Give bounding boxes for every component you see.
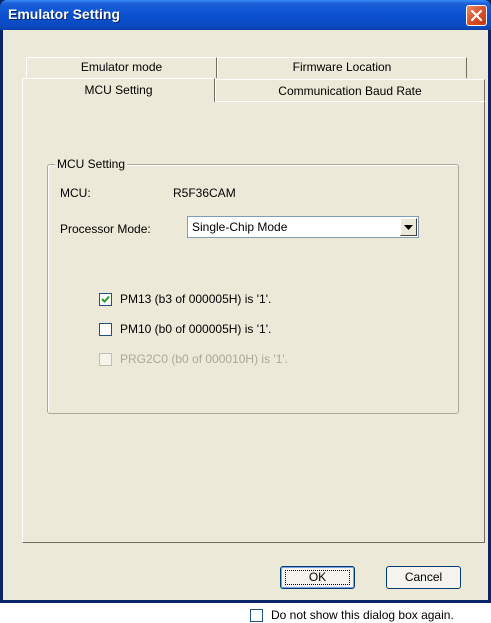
processor-mode-label: Processor Mode: xyxy=(60,222,151,236)
option-prg2c0: PRG2C0 (b0 of 000010H) is '1'. xyxy=(99,351,288,367)
title-bar[interactable]: Emulator Setting xyxy=(0,0,491,30)
dont-show-again-checkbox[interactable] xyxy=(250,608,263,622)
active-tab-join xyxy=(23,100,214,103)
close-button[interactable] xyxy=(466,5,487,26)
tab-mcu-setting[interactable]: MCU Setting xyxy=(22,78,215,102)
group-title: MCU Setting xyxy=(55,157,128,171)
tab-firmware-location[interactable]: Firmware Location xyxy=(217,57,467,78)
tab-panel: MCU Setting MCU: R5F36CAM Processor Mode… xyxy=(22,101,485,543)
pm10-label: PM10 (b0 of 000005H) is '1'. xyxy=(120,322,272,336)
prg2c0-checkbox xyxy=(99,352,112,366)
ok-button[interactable]: OK xyxy=(280,566,355,589)
cancel-button[interactable]: Cancel xyxy=(386,566,461,589)
dont-show-again-option[interactable]: Do not show this dialog box again. xyxy=(250,607,454,623)
dont-show-again-label: Do not show this dialog box again. xyxy=(271,608,454,622)
tab-communication-baud-rate[interactable]: Communication Baud Rate xyxy=(215,79,485,102)
dialog-window: Emulator Setting Emulator mode Firmware … xyxy=(0,0,491,622)
focus-rectangle xyxy=(285,570,350,585)
dropdown-button[interactable] xyxy=(400,218,417,236)
processor-mode-select[interactable]: Single-Chip Mode xyxy=(187,216,419,238)
prg2c0-label: PRG2C0 (b0 of 000010H) is '1'. xyxy=(120,352,288,366)
mcu-value: R5F36CAM xyxy=(173,186,236,200)
dialog-client: Emulator mode Firmware Location Communic… xyxy=(3,30,488,622)
pm13-checkbox[interactable] xyxy=(99,292,112,306)
tab-emulator-mode[interactable]: Emulator mode xyxy=(26,57,217,78)
close-icon xyxy=(471,10,482,21)
window-title: Emulator Setting xyxy=(8,6,121,22)
chevron-down-icon xyxy=(404,224,413,230)
processor-mode-value: Single-Chip Mode xyxy=(192,220,288,234)
mcu-label: MCU: xyxy=(60,186,91,200)
option-pm10[interactable]: PM10 (b0 of 000005H) is '1'. xyxy=(99,321,271,337)
check-icon xyxy=(101,295,110,303)
mcu-setting-group xyxy=(47,164,459,414)
pm13-label: PM13 (b3 of 000005H) is '1'. xyxy=(120,292,272,306)
pm10-checkbox[interactable] xyxy=(99,322,112,336)
option-pm13[interactable]: PM13 (b3 of 000005H) is '1'. xyxy=(99,291,271,307)
